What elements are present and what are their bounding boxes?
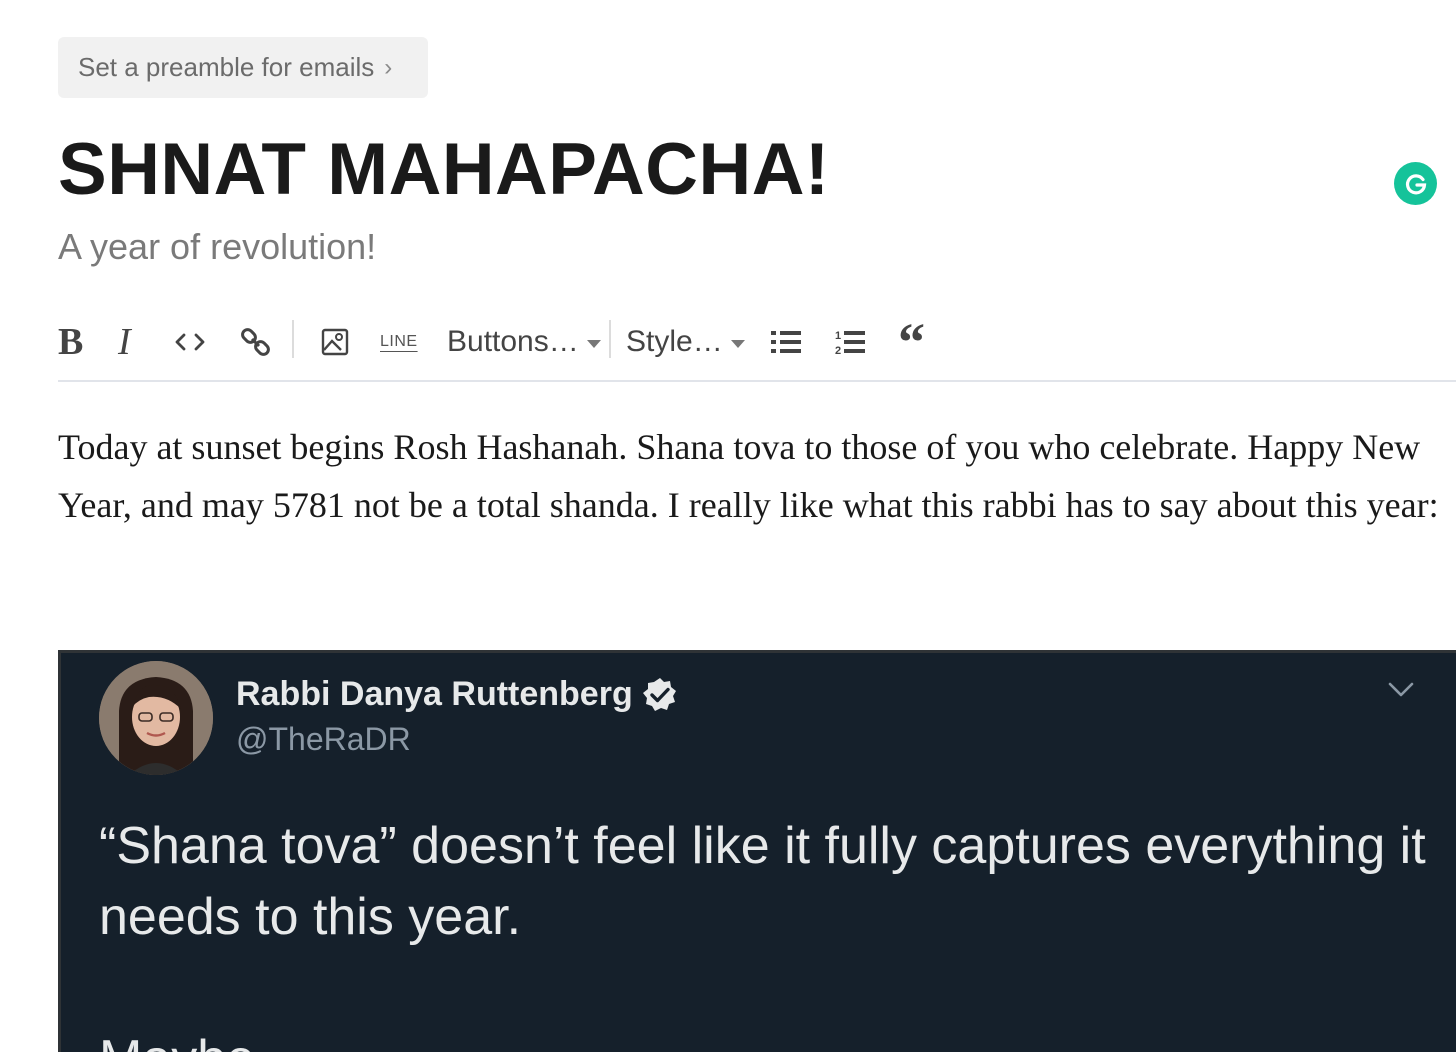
tweet-text-line: Maybe: [99, 1024, 1429, 1052]
tweet-author-name[interactable]: Rabbi Danya Ruttenberg: [236, 675, 679, 714]
blockquote-icon[interactable]: “: [898, 312, 925, 372]
bullet-list-icon[interactable]: [770, 320, 802, 364]
tweet-author-name-label: Rabbi Danya Ruttenberg: [236, 675, 633, 713]
buttons-dropdown[interactable]: Buttons…: [447, 320, 601, 364]
post-title[interactable]: SHNAT MAHAPACHA!: [58, 128, 830, 211]
link-icon[interactable]: [238, 320, 274, 364]
embedded-tweet[interactable]: Rabbi Danya Ruttenberg @TheRaDR “Shana t…: [58, 650, 1456, 1052]
preamble-button[interactable]: Set a preamble for emails ›: [58, 37, 428, 98]
verified-badge-icon: [642, 677, 676, 711]
italic-button[interactable]: I: [118, 320, 131, 364]
toolbar-divider: [609, 320, 611, 358]
toolbar-divider: [292, 320, 294, 358]
chevron-right-icon: ›: [384, 53, 393, 81]
image-icon[interactable]: [320, 320, 350, 364]
avatar: [99, 661, 213, 775]
grammarly-icon[interactable]: [1394, 162, 1437, 205]
caret-down-icon: [586, 339, 601, 348]
editor-toolbar: B I LINE Buttons… Style… 12 “: [58, 310, 1456, 382]
tweet-text-line: “Shana tova” doesn’t feel like it fully …: [99, 817, 1426, 946]
tweet-text: “Shana tova” doesn’t feel like it fully …: [99, 811, 1429, 1052]
svg-text:2: 2: [835, 345, 841, 355]
numbered-list-icon[interactable]: 12: [834, 320, 866, 364]
post-body-paragraph[interactable]: Today at sunset begins Rosh Hashanah. Sh…: [58, 418, 1456, 534]
buttons-dropdown-label: Buttons…: [447, 325, 579, 358]
preamble-label: Set a preamble for emails: [78, 52, 375, 82]
bold-button[interactable]: B: [58, 320, 83, 364]
style-dropdown[interactable]: Style…: [626, 320, 745, 364]
caret-down-icon: [730, 339, 745, 348]
line-button[interactable]: LINE: [380, 320, 418, 364]
chevron-down-icon[interactable]: [1386, 677, 1416, 701]
svg-text:1: 1: [835, 330, 841, 342]
post-subtitle[interactable]: A year of revolution!: [58, 226, 376, 268]
code-icon[interactable]: [172, 320, 208, 364]
tweet-author-handle[interactable]: @TheRaDR: [236, 721, 411, 758]
style-dropdown-label: Style…: [626, 325, 723, 358]
